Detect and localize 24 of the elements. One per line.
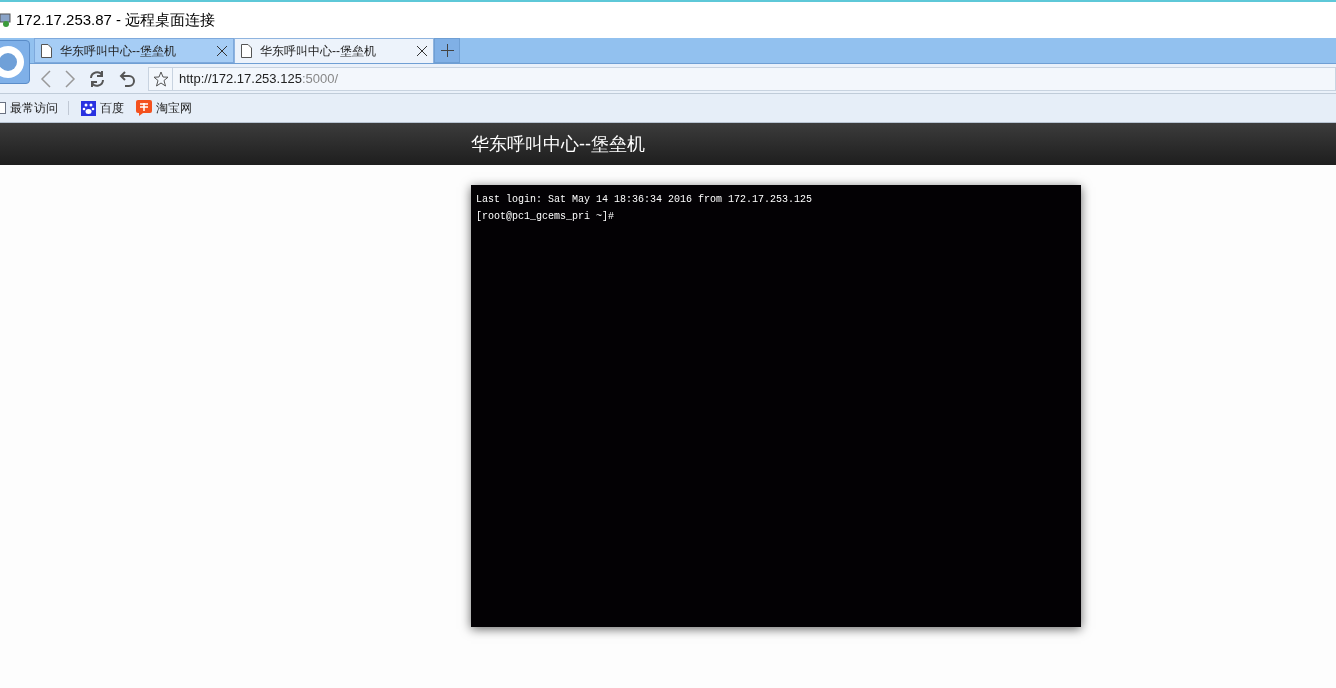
folder-icon	[0, 102, 6, 114]
bookmark-link[interactable]: 百度	[100, 99, 124, 117]
terminal-window[interactable]: Last login: Sat May 14 18:36:34 2016 from 172.17.253.125 [root@pc1_gcems_pri ~]#	[471, 185, 1081, 627]
close-icon[interactable]	[417, 46, 427, 56]
refresh-icon[interactable]	[88, 69, 106, 88]
close-icon[interactable]	[217, 45, 227, 56]
browser-tab[interactable]: 华东呼叫中心--堡垒机	[234, 38, 434, 63]
paw-icon	[81, 100, 96, 116]
browser-tab[interactable]: 华东呼叫中心--堡垒机	[34, 38, 234, 63]
remote-desktop-icon	[0, 12, 12, 28]
undo-icon[interactable]	[118, 69, 136, 88]
tab-title: 华东呼叫中心--堡垒机	[60, 42, 177, 60]
terminal-line: [root@pc1_gcems_pri ~]#	[476, 210, 616, 224]
plus-icon	[440, 44, 454, 57]
page-icon	[41, 43, 52, 58]
page-icon	[241, 44, 252, 58]
bookmark-link[interactable]: 淘宝网	[156, 99, 192, 117]
new-tab-button[interactable]	[434, 38, 460, 63]
page-title: 华东呼叫中心--堡垒机	[471, 132, 645, 156]
tab-title: 华东呼叫中心--堡垒机	[260, 43, 377, 60]
bookmark-link[interactable]: 最常访问	[10, 99, 58, 117]
shopping-logo-icon	[136, 100, 152, 116]
window-title: 172.17.253.87 - 远程桌面连接	[16, 9, 216, 30]
terminal-line: Last login: Sat May 14 18:36:34 2016 from 172.17.253.125	[476, 193, 814, 207]
